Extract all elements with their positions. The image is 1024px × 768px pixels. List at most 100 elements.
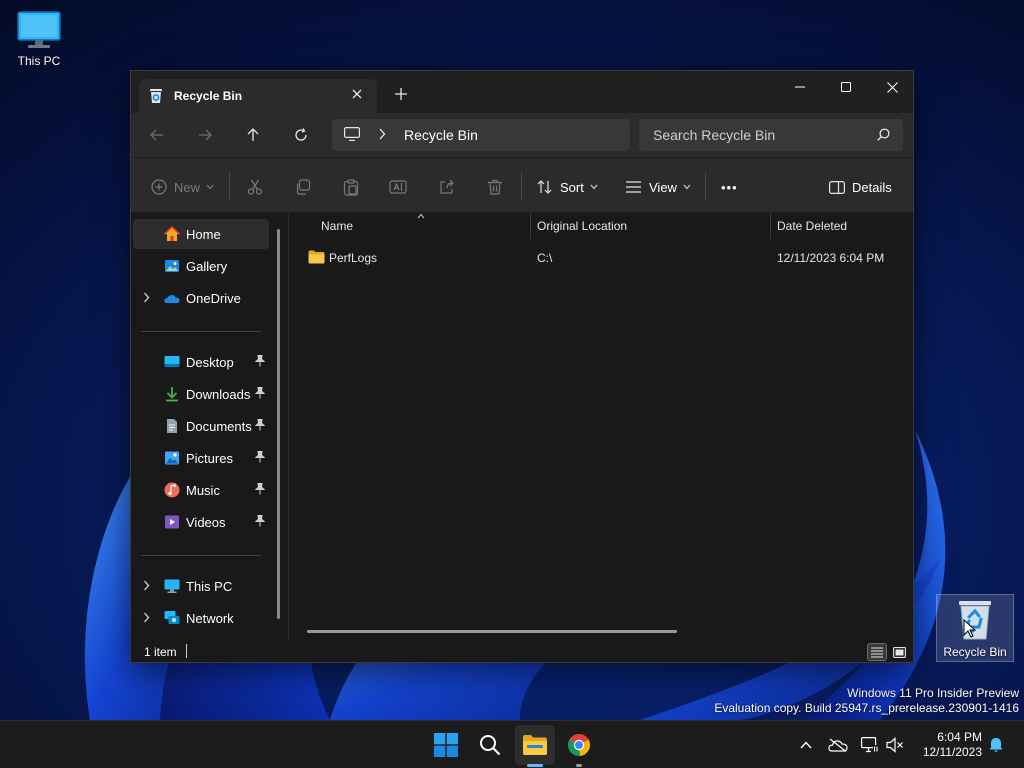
sidebar-item-documents[interactable]: Documents bbox=[133, 411, 269, 441]
sidebar-item-network[interactable]: Network bbox=[133, 603, 269, 633]
column-header-date-deleted[interactable]: Date Deleted bbox=[777, 219, 907, 243]
separator bbox=[141, 331, 261, 332]
onedrive-tray-button[interactable] bbox=[827, 735, 849, 755]
view-list-icon bbox=[626, 181, 641, 193]
status-divider bbox=[186, 644, 187, 658]
column-resizer[interactable] bbox=[530, 213, 531, 239]
view-label: View bbox=[649, 179, 677, 195]
start-button[interactable] bbox=[426, 725, 466, 765]
details-label: Details bbox=[852, 179, 892, 195]
more-options-button[interactable]: ••• bbox=[721, 174, 738, 200]
maximize-icon bbox=[841, 82, 851, 92]
sidebar-item-downloads[interactable]: Downloads bbox=[133, 379, 269, 409]
item-count: 1 item bbox=[144, 645, 177, 659]
clock-date: 12/11/2023 bbox=[922, 745, 982, 759]
recycle-bin-icon bbox=[150, 89, 162, 103]
paste-icon bbox=[343, 178, 359, 196]
sidebar-scrollbar[interactable] bbox=[277, 229, 280, 619]
column-header-label: Name bbox=[321, 219, 354, 233]
clock[interactable]: 6:04 PM 12/11/2023 bbox=[904, 730, 982, 760]
volume-tray-button[interactable] bbox=[884, 735, 906, 755]
folder-icon bbox=[308, 250, 325, 264]
search-input[interactable] bbox=[639, 119, 869, 151]
mouse-cursor-icon bbox=[963, 619, 977, 638]
chevron-right-icon[interactable] bbox=[143, 612, 150, 623]
maximize-button[interactable] bbox=[823, 71, 869, 103]
copy-icon bbox=[296, 179, 311, 195]
show-hidden-icons-button[interactable] bbox=[795, 735, 817, 755]
chevron-up-icon bbox=[800, 741, 812, 749]
sidebar-item-gallery[interactable]: Gallery bbox=[133, 251, 269, 281]
details-view-icon bbox=[871, 647, 883, 657]
windows-logo-icon bbox=[434, 733, 458, 757]
chevron-down-icon bbox=[590, 184, 598, 190]
up-button[interactable] bbox=[237, 123, 269, 147]
tab-recycle-bin[interactable]: Recycle Bin bbox=[139, 79, 377, 113]
desktop-icon-label: This PC bbox=[17, 54, 61, 68]
watermark-edition: Windows 11 Pro Insider Preview bbox=[847, 686, 1019, 700]
new-tab-button[interactable] bbox=[389, 84, 413, 108]
chevron-right-icon[interactable] bbox=[143, 580, 150, 591]
sort-button[interactable]: Sort bbox=[537, 174, 598, 200]
desktop-icon-this-pc[interactable]: This PC bbox=[0, 10, 78, 68]
sidebar-item-label: This PC bbox=[186, 579, 233, 594]
paste-button[interactable] bbox=[343, 174, 359, 200]
minimize-icon bbox=[795, 86, 805, 88]
back-button[interactable] bbox=[141, 123, 173, 147]
desktop-icon-label: Recycle Bin bbox=[943, 645, 1007, 659]
sidebar-item-home[interactable]: Home bbox=[133, 219, 269, 249]
clock-time: 6:04 PM bbox=[937, 730, 982, 744]
taskbar-file-explorer[interactable] bbox=[515, 725, 555, 767]
pin-icon bbox=[255, 515, 265, 527]
pin-icon bbox=[255, 419, 265, 431]
sidebar-item-music[interactable]: Music bbox=[133, 475, 269, 505]
table-row[interactable]: PerfLogs C:\ 12/11/2023 6:04 PM bbox=[301, 246, 905, 270]
chevron-right-icon[interactable] bbox=[143, 292, 150, 303]
tab-close-button[interactable] bbox=[348, 86, 366, 104]
column-header-label: Date Deleted bbox=[777, 219, 848, 233]
sidebar-item-desktop[interactable]: Desktop bbox=[133, 347, 269, 377]
sidebar-item-pictures[interactable]: Pictures bbox=[133, 443, 269, 473]
rename-button[interactable] bbox=[389, 174, 407, 200]
details-view-button[interactable] bbox=[867, 643, 887, 661]
delete-button[interactable] bbox=[487, 174, 503, 200]
running-indicator bbox=[576, 764, 582, 767]
sidebar-item-videos[interactable]: Videos bbox=[133, 507, 269, 537]
cut-button[interactable] bbox=[247, 174, 263, 200]
notifications-button[interactable] bbox=[985, 735, 1007, 755]
network-tray-button[interactable] bbox=[859, 735, 881, 755]
taskbar-chrome[interactable] bbox=[559, 725, 599, 767]
details-pane-icon bbox=[829, 180, 845, 194]
new-button[interactable]: New bbox=[151, 174, 214, 200]
arrow-up-icon bbox=[247, 128, 259, 141]
close-window-button[interactable] bbox=[869, 71, 913, 103]
sort-label: Sort bbox=[560, 179, 584, 195]
address-bar[interactable]: Recycle Bin bbox=[332, 119, 630, 151]
breadcrumb[interactable]: Recycle Bin bbox=[404, 127, 478, 143]
documents-icon bbox=[167, 419, 177, 433]
column-header-name[interactable]: Name bbox=[321, 219, 526, 243]
forward-button[interactable] bbox=[189, 123, 221, 147]
refresh-button[interactable] bbox=[285, 123, 317, 147]
music-icon bbox=[164, 482, 180, 498]
large-icons-view-button[interactable] bbox=[889, 643, 909, 661]
column-resizer[interactable] bbox=[770, 213, 771, 239]
column-header-original-location[interactable]: Original Location bbox=[537, 219, 765, 243]
title-bar: Recycle Bin bbox=[131, 71, 913, 113]
horizontal-scrollbar[interactable] bbox=[307, 630, 677, 633]
copy-button[interactable] bbox=[295, 174, 311, 200]
details-pane-button[interactable]: Details bbox=[829, 174, 892, 200]
taskbar-search-button[interactable] bbox=[470, 725, 510, 765]
cloud-offline-icon bbox=[828, 738, 848, 752]
share-button[interactable] bbox=[439, 174, 455, 200]
home-icon bbox=[164, 226, 180, 241]
videos-icon bbox=[165, 515, 179, 529]
search-box[interactable] bbox=[639, 119, 903, 151]
sidebar-item-onedrive[interactable]: OneDrive bbox=[133, 283, 269, 313]
chevron-down-icon bbox=[206, 184, 214, 190]
chevron-down-icon bbox=[683, 184, 691, 190]
minimize-button[interactable] bbox=[777, 71, 823, 103]
sidebar-item-this-pc[interactable]: This PC bbox=[133, 571, 269, 601]
column-header-label: Original Location bbox=[537, 219, 628, 233]
view-button[interactable]: View bbox=[625, 174, 691, 200]
